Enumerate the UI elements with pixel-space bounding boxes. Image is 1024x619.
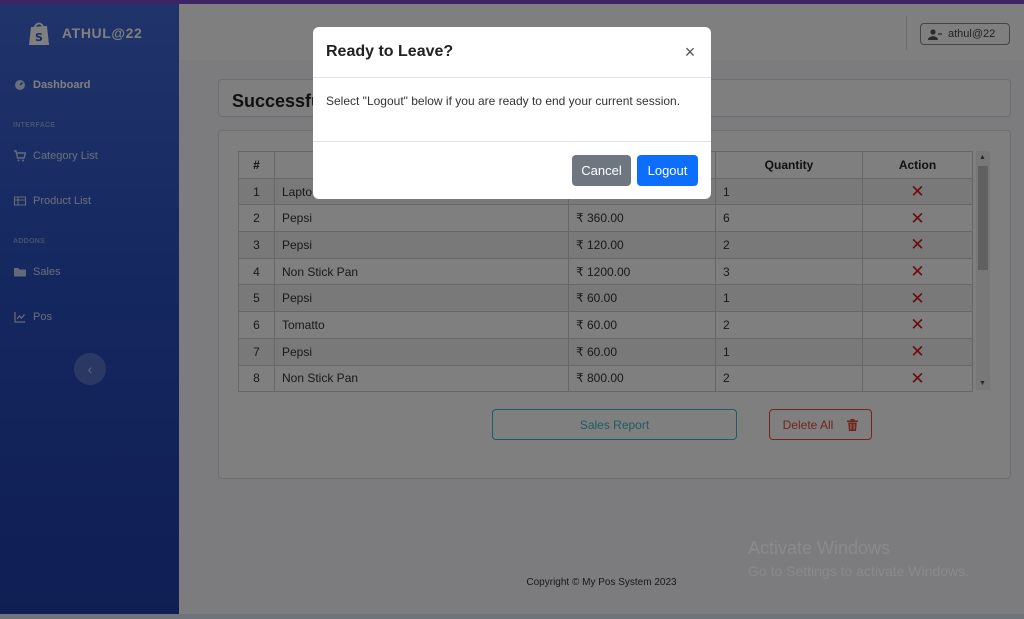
modal-body: Select "Logout" below if you are ready t… [313,78,711,142]
watermark-title: Activate Windows [748,538,891,558]
activate-windows-watermark: Activate Windows Go to Settings to activ… [748,538,969,579]
modal-header: Ready to Leave? × [313,27,711,78]
logout-button[interactable]: Logout [637,155,698,186]
cancel-button[interactable]: Cancel [572,155,631,186]
modal-footer: Cancel Logout [313,142,711,199]
modal-title: Ready to Leave? [326,43,454,60]
logout-modal: Ready to Leave? × Select "Logout" below … [313,27,711,199]
watermark-subtitle: Go to Settings to activate Windows. [748,563,969,579]
close-icon[interactable]: × [682,42,698,63]
